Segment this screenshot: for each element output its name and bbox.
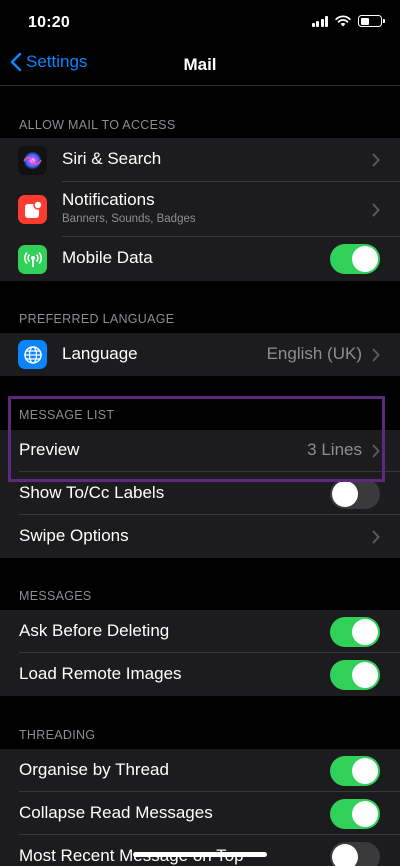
ask-before-deleting-label: Ask Before Deleting xyxy=(19,621,170,640)
wifi-icon xyxy=(335,15,351,27)
mobile-data-label: Mobile Data xyxy=(62,248,153,267)
ask-before-deleting-toggle[interactable] xyxy=(330,617,380,647)
row-show-tocc-labels: Show To/Cc Labels xyxy=(0,472,400,515)
section-header-language: PREFERRED LANGUAGE xyxy=(19,312,175,326)
section-header-allow-access: ALLOW MAIL TO ACCESS xyxy=(19,118,176,132)
status-icons xyxy=(311,15,385,27)
preview-value: 3 Lines xyxy=(307,440,362,459)
language-value: English (UK) xyxy=(266,344,362,363)
siri-icon xyxy=(18,146,47,175)
row-organise-by-thread: Organise by Thread xyxy=(0,749,400,792)
language-label: Language xyxy=(62,344,138,363)
row-siri-search[interactable]: Siri & Search xyxy=(0,138,400,182)
swipe-options-label: Swipe Options xyxy=(19,526,129,545)
row-swipe-options[interactable]: Swipe Options xyxy=(0,515,400,558)
organise-by-thread-toggle[interactable] xyxy=(330,756,380,786)
load-remote-images-toggle[interactable] xyxy=(330,660,380,690)
notifications-label: Notifications xyxy=(62,190,155,209)
collapse-read-messages-label: Collapse Read Messages xyxy=(19,803,213,822)
row-notifications[interactable]: Notifications Banners, Sounds, Badges xyxy=(0,182,400,237)
row-ask-before-deleting: Ask Before Deleting xyxy=(0,610,400,653)
most-recent-on-top-toggle[interactable] xyxy=(330,842,380,866)
settings-list[interactable]: ALLOW MAIL TO ACCESS Siri & Search Notif… xyxy=(0,86,400,866)
load-remote-images-label: Load Remote Images xyxy=(19,664,182,683)
antenna-icon xyxy=(18,245,47,274)
chevron-right-icon xyxy=(372,153,380,167)
row-load-remote-images: Load Remote Images xyxy=(0,653,400,696)
section-header-threading: THREADING xyxy=(19,728,96,742)
page-title: Mail xyxy=(183,55,217,74)
preview-label: Preview xyxy=(19,440,80,459)
row-mobile-data: Mobile Data xyxy=(0,237,400,281)
status-time: 10:20 xyxy=(28,14,70,31)
notifications-sublabel: Banners, Sounds, Badges xyxy=(62,213,196,225)
signal-icon xyxy=(311,15,328,27)
chevron-right-icon xyxy=(372,203,380,217)
mobile-data-toggle[interactable] xyxy=(330,244,380,274)
row-collapse-read-messages: Collapse Read Messages xyxy=(0,792,400,835)
row-preview[interactable]: Preview 3 Lines xyxy=(0,430,400,472)
globe-icon xyxy=(18,340,47,369)
group-language: Language English (UK) xyxy=(0,333,400,376)
collapse-read-messages-toggle[interactable] xyxy=(330,799,380,829)
organise-by-thread-label: Organise by Thread xyxy=(19,760,169,779)
navigation-bar: Settings Mail xyxy=(0,46,400,86)
show-tocc-label: Show To/Cc Labels xyxy=(19,483,165,502)
chevron-right-icon xyxy=(372,444,380,458)
section-header-messages: MESSAGES xyxy=(19,589,92,603)
chevron-right-icon xyxy=(372,348,380,362)
row-most-recent-on-top: Most Recent Message on Top xyxy=(0,835,400,866)
siri-search-label: Siri & Search xyxy=(62,149,162,168)
home-indicator[interactable] xyxy=(133,852,267,857)
show-tocc-toggle[interactable] xyxy=(330,479,380,509)
group-threading: Organise by Thread Collapse Read Message… xyxy=(0,749,400,866)
notifications-icon xyxy=(18,195,47,224)
group-message-list: Preview 3 Lines Show To/Cc Labels Swipe … xyxy=(0,430,400,558)
row-language[interactable]: Language English (UK) xyxy=(0,333,400,376)
group-messages: Ask Before Deleting Load Remote Images xyxy=(0,610,400,696)
battery-icon xyxy=(358,15,385,27)
group-allow-access: Siri & Search Notifications Banners, Sou… xyxy=(0,138,400,281)
section-header-message-list: MESSAGE LIST xyxy=(19,408,115,422)
status-bar: 10:20 xyxy=(0,0,400,46)
chevron-right-icon xyxy=(372,530,380,544)
